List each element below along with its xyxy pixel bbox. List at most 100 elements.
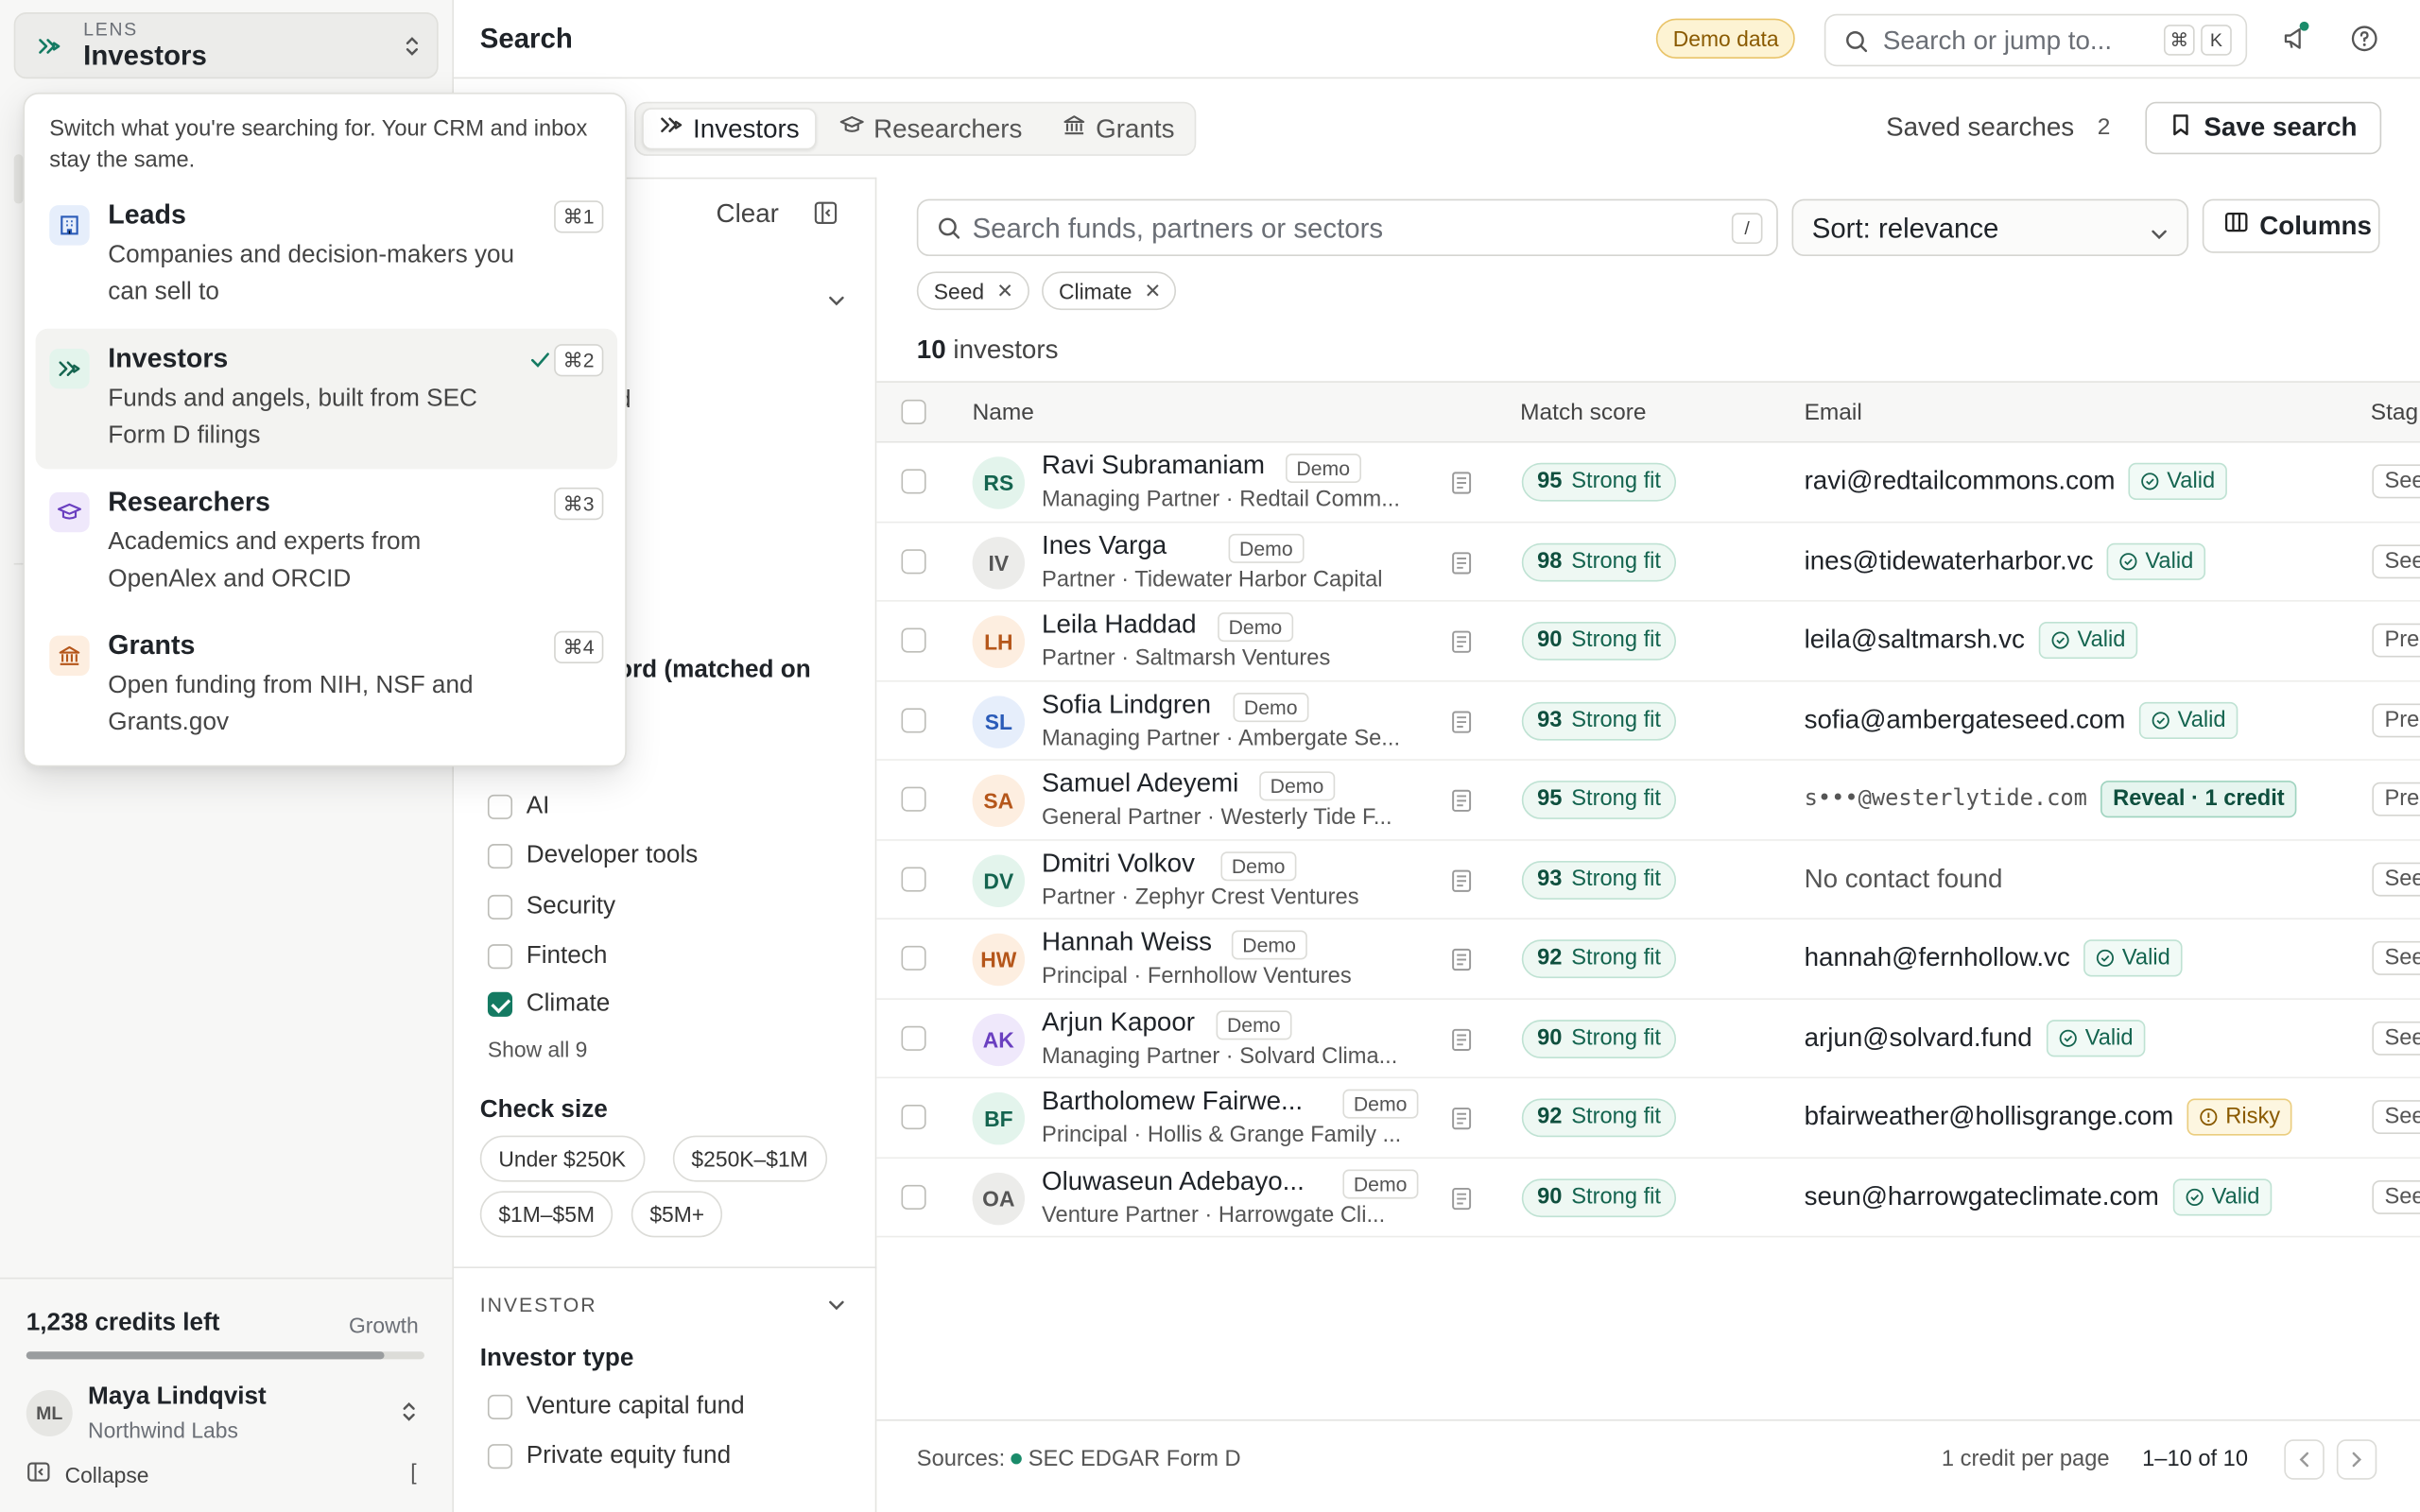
note-icon[interactable]: [1451, 629, 1473, 662]
note-icon[interactable]: [1451, 1107, 1473, 1139]
check-size-pill[interactable]: $250K–$1M: [672, 1135, 827, 1182]
investor-name[interactable]: Bartholomew Fairwe...: [1042, 1086, 1303, 1117]
row-checkbox[interactable]: [901, 945, 926, 971]
tab-researchers[interactable]: Researchers: [824, 108, 1038, 149]
note-icon[interactable]: [1451, 709, 1473, 741]
email-value[interactable]: seun@harrowgateclimate.com: [1805, 1181, 2159, 1212]
checkbox[interactable]: [487, 844, 513, 869]
checkbox[interactable]: [487, 1394, 513, 1420]
note-icon[interactable]: [1451, 788, 1473, 820]
row-checkbox[interactable]: [901, 786, 926, 812]
table-row[interactable]: SA Samuel Adeyemi Demo General Partner · We…: [876, 760, 2420, 840]
investor-search-input[interactable]: Search funds, partners or sectors /: [916, 198, 1778, 257]
row-checkbox[interactable]: [901, 1024, 926, 1051]
investor-name[interactable]: Ines Varga: [1042, 530, 1167, 561]
checkbox[interactable]: [487, 944, 513, 970]
email-value[interactable]: ines@tidewaterharbor.vc: [1805, 545, 2094, 576]
email-value[interactable]: hannah@fernhollow.vc: [1805, 943, 2070, 974]
lens-switcher[interactable]: LENS Investors: [13, 12, 439, 79]
investor-type-option[interactable]: Private equity fund: [487, 1439, 731, 1473]
user-name[interactable]: Maya Lindqvist: [88, 1383, 267, 1411]
table-row[interactable]: SL Sofia Lindgren Demo Managing Partner · A…: [876, 680, 2420, 761]
lens-option-grants[interactable]: Grants Open funding from NIH, NSF and Gra…: [36, 615, 618, 756]
saved-searches-link[interactable]: Saved searches: [1886, 112, 2074, 144]
global-search-input[interactable]: Search or jump to... ⌘ K: [1824, 13, 2248, 67]
column-header-match-score[interactable]: Match score: [1520, 400, 1646, 426]
investor-name[interactable]: Leila Haddad: [1042, 610, 1197, 641]
note-icon[interactable]: [1451, 550, 1473, 582]
sector-option-climate[interactable]: Climate: [487, 988, 610, 1022]
select-all-checkbox[interactable]: [901, 399, 926, 424]
check-size-pill[interactable]: $5M+: [631, 1191, 723, 1238]
panel-collapse-icon[interactable]: [813, 200, 838, 232]
lens-option-investors[interactable]: Investors Funds and angels, built from SE…: [35, 328, 618, 470]
chevron-down-icon[interactable]: [827, 290, 846, 318]
check-size-pill[interactable]: Under $250K: [479, 1135, 645, 1182]
investor-name[interactable]: Ravi Subramaniam: [1042, 451, 1265, 482]
collapse-sidebar-button[interactable]: Collapse: [26, 1459, 149, 1488]
column-header-stage[interactable]: Stag: [2371, 400, 2418, 426]
tab-grants[interactable]: Grants: [1046, 108, 1190, 149]
note-icon[interactable]: [1451, 1186, 1473, 1218]
email-value[interactable]: ravi@redtailcommons.com: [1805, 466, 2116, 497]
investor-name[interactable]: Hannah Weiss: [1042, 927, 1212, 958]
email-value[interactable]: s•••@westerlytide.com: [1805, 787, 2087, 812]
note-icon[interactable]: [1451, 947, 1473, 979]
row-checkbox[interactable]: [901, 866, 926, 891]
note-icon[interactable]: [1451, 1027, 1473, 1059]
check-size-pill[interactable]: $1M–$5M: [479, 1191, 614, 1238]
sector-option-security[interactable]: Security: [487, 890, 615, 924]
table-row[interactable]: AK Arjun Kapoor Demo Managing Partner · Sol…: [876, 999, 2420, 1079]
sort-select[interactable]: Sort: relevance: [1791, 198, 2189, 257]
note-icon[interactable]: [1451, 471, 1473, 503]
investor-name[interactable]: Arjun Kapoor: [1042, 1006, 1195, 1038]
chevron-updown-icon[interactable]: [400, 1400, 419, 1432]
investor-type-option[interactable]: Venture capital fund: [487, 1390, 745, 1424]
investor-name[interactable]: Sofia Lindgren: [1042, 689, 1211, 720]
column-header-name[interactable]: Name: [973, 400, 1034, 426]
row-checkbox[interactable]: [901, 1184, 926, 1210]
email-value[interactable]: arjun@solvard.fund: [1805, 1022, 2032, 1054]
row-checkbox[interactable]: [901, 627, 926, 653]
checkbox[interactable]: [487, 894, 513, 920]
sidebar-nav-item[interactable]: [13, 154, 24, 204]
email-status-badge[interactable]: Reveal · 1 credit: [2100, 781, 2297, 818]
table-row[interactable]: OA Oluwaseun Adebayo... Demo Venture Partne…: [876, 1158, 2420, 1238]
table-row[interactable]: DV Dmitri Volkov Demo Partner · Zephyr Cres…: [876, 839, 2420, 920]
lens-option-leads[interactable]: Leads Companies and decision-makers you c…: [36, 185, 618, 326]
note-icon[interactable]: [1451, 868, 1473, 900]
row-checkbox[interactable]: [901, 469, 926, 494]
column-header-email[interactable]: Email: [1805, 400, 1862, 426]
close-icon[interactable]: ✕: [996, 279, 1013, 303]
avatar[interactable]: ML: [26, 1390, 73, 1436]
clear-filters-button[interactable]: Clear: [717, 199, 779, 231]
close-icon[interactable]: ✕: [1145, 279, 1162, 303]
sector-option-ai[interactable]: AI: [487, 790, 549, 824]
show-all-sectors-link[interactable]: Show all 9: [488, 1037, 587, 1061]
columns-button[interactable]: Columns: [2202, 198, 2380, 253]
next-page-button[interactable]: [2336, 1439, 2377, 1480]
help-icon[interactable]: [2351, 25, 2378, 60]
sector-option-developer-tools[interactable]: Developer tools: [487, 839, 698, 873]
prev-page-button[interactable]: [2284, 1439, 2325, 1480]
filter-chip-climate[interactable]: Climate ✕: [1042, 271, 1177, 311]
row-checkbox[interactable]: [901, 1104, 926, 1130]
investor-name[interactable]: Oluwaseun Adebayo...: [1042, 1165, 1305, 1196]
checkbox[interactable]: [487, 1444, 513, 1469]
email-value[interactable]: sofia@ambergateseed.com: [1805, 704, 2126, 735]
investor-name[interactable]: Dmitri Volkov: [1042, 848, 1195, 879]
checkbox-checked[interactable]: [487, 991, 513, 1017]
table-row[interactable]: IV Ines Varga Demo Partner · Tidewater Harb…: [876, 522, 2420, 602]
email-value[interactable]: leila@saltmarsh.vc: [1805, 625, 2025, 656]
email-value[interactable]: bfairweather@hollisgrange.com: [1805, 1102, 2174, 1133]
investor-name[interactable]: Samuel Adeyemi: [1042, 768, 1238, 799]
row-checkbox[interactable]: [901, 548, 926, 574]
sector-option-fintech[interactable]: Fintech: [487, 939, 607, 973]
chevron-down-icon[interactable]: [827, 1295, 846, 1322]
table-row[interactable]: BF Bartholomew Fairwe... Demo Principal · H…: [876, 1078, 2420, 1159]
lens-option-researchers[interactable]: Researchers Academics and experts from Op…: [36, 472, 618, 613]
save-search-button[interactable]: Save search: [2145, 101, 2382, 155]
table-row[interactable]: RS Ravi Subramaniam Demo Managing Partner ·…: [876, 442, 2420, 523]
filter-chip-seed[interactable]: Seed ✕: [916, 271, 1029, 311]
checkbox[interactable]: [487, 794, 513, 819]
